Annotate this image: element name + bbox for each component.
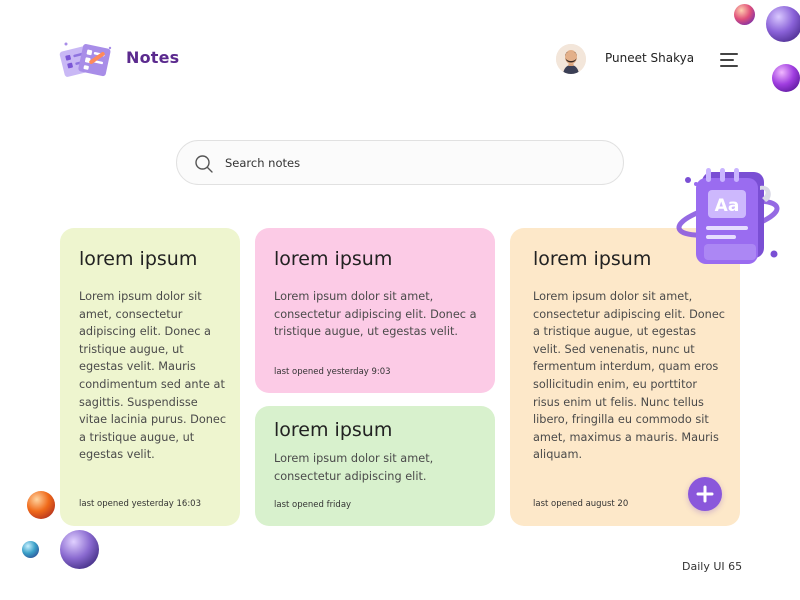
note-card[interactable]: lorem ipsum Lorem ipsum dolor sit amet, … [60, 228, 240, 526]
plus-icon [696, 485, 714, 503]
user-name: Puneet Shakya [605, 51, 695, 65]
notebook-3d-illustration: Aa [676, 158, 786, 276]
hamburger-menu-icon[interactable] [720, 52, 740, 68]
user-avatar[interactable] [556, 44, 586, 74]
svg-text:Aa: Aa [715, 196, 740, 216]
note-card[interactable]: lorem ipsum Lorem ipsum dolor sit amet, … [255, 228, 495, 393]
add-note-button[interactable] [688, 477, 722, 511]
search-bar[interactable] [176, 140, 624, 185]
note-title: lorem ipsum [274, 419, 393, 441]
decor-sphere [60, 530, 99, 569]
app-title: Notes [126, 48, 180, 67]
note-title: lorem ipsum [533, 248, 652, 270]
decor-sphere [734, 4, 755, 25]
search-input[interactable] [225, 150, 605, 176]
decor-sphere [772, 64, 800, 92]
note-body: Lorem ipsum dolor sit amet, consectetur … [274, 290, 477, 339]
note-card[interactable]: lorem ipsum Lorem ipsum dolor sit amet, … [255, 406, 495, 526]
search-icon [195, 155, 213, 173]
footer-label: Daily UI 65 [682, 560, 743, 573]
note-title: lorem ipsum [274, 248, 393, 270]
decor-sphere [766, 6, 800, 42]
notes-stack-icon[interactable] [58, 40, 114, 82]
note-last-opened: last opened friday [274, 500, 352, 510]
note-last-opened: last opened yesterday 16:03 [79, 499, 202, 509]
note-last-opened: last opened yesterday 9:03 [274, 367, 391, 377]
note-body: Lorem ipsum dolor sit amet, consectetur … [533, 290, 726, 462]
note-last-opened: last opened august 20 [533, 499, 629, 509]
note-body: Lorem ipsum dolor sit amet, consectetur … [274, 452, 434, 483]
decor-sphere [22, 541, 39, 558]
decor-sphere [27, 491, 55, 519]
note-body: Lorem ipsum dolor sit amet, consectetur … [79, 290, 227, 462]
note-title: lorem ipsum [79, 248, 198, 270]
